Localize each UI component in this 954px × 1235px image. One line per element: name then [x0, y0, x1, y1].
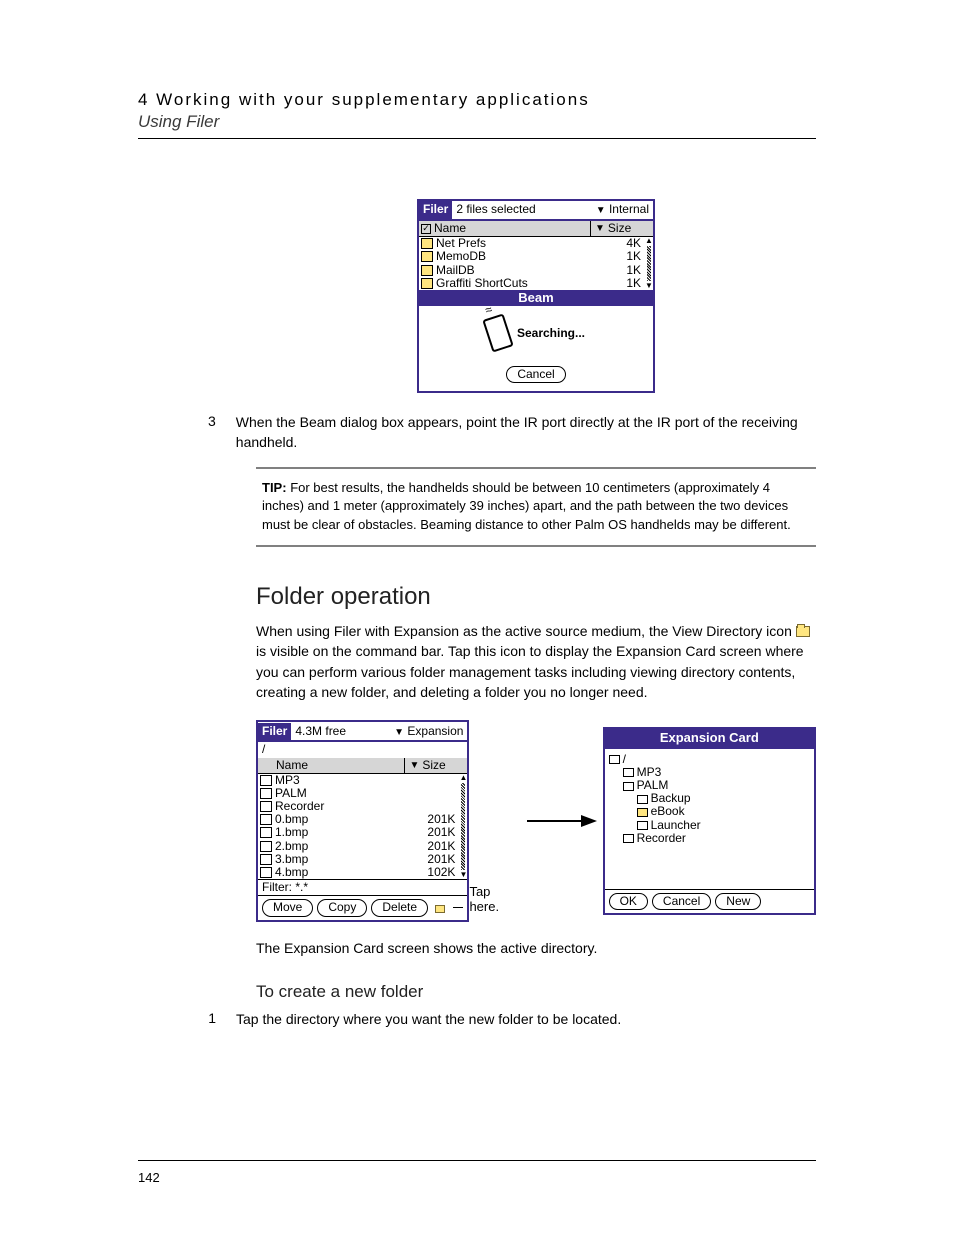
breadcrumb: / — [258, 742, 467, 757]
filer-expansion-screenshot: Filer 4.3M free ▼ Expansion / Name ▼ Siz… — [256, 720, 469, 921]
app-label: Filer — [419, 201, 452, 218]
cancel-button[interactable]: Cancel — [506, 366, 565, 383]
col-header-size[interactable]: Size — [608, 222, 631, 235]
expansion-card-screenshot: Expansion Card / MP3 PALM Backup eBook L… — [603, 727, 816, 916]
folder-op-paragraph: When using Filer with Expansion as the a… — [256, 621, 816, 702]
beam-dialog-screenshot: Filer 2 files selected ▼ Internal ✓Name … — [417, 199, 655, 393]
select-all-checkbox[interactable]: ✓ — [421, 224, 431, 234]
step-text: When the Beam dialog box appears, point … — [236, 413, 816, 452]
app-label: Filer — [258, 723, 291, 740]
file-row[interactable]: 2.bmp201K — [258, 840, 459, 853]
heading-folder-operation: Folder operation — [256, 583, 816, 611]
move-button[interactable]: Move — [262, 899, 313, 916]
file-row[interactable]: MemoDB1K — [419, 250, 645, 263]
scrollbar[interactable]: ▲ ▼ — [645, 237, 653, 290]
file-row[interactable]: 4.bmp102K — [258, 866, 459, 879]
selection-status: 2 files selected — [452, 203, 595, 216]
tree-item[interactable]: eBook — [609, 805, 810, 818]
filter-row: Filter: *.* — [258, 879, 467, 895]
tree-item[interactable]: Backup — [609, 792, 810, 805]
heading-create-folder: To create a new folder — [256, 982, 816, 1002]
file-row[interactable]: Graffiti ShortCuts1K — [419, 277, 645, 290]
step-number: 1 — [208, 1010, 236, 1030]
free-space: 4.3M free — [291, 725, 394, 738]
file-row[interactable]: MP3 — [258, 774, 459, 787]
tree-item[interactable]: PALM — [609, 779, 810, 792]
location-picker[interactable]: ▼ Internal — [596, 203, 653, 216]
col-header-name[interactable]: Name — [276, 759, 308, 772]
delete-button[interactable]: Delete — [371, 899, 428, 916]
beam-icon — [482, 314, 513, 353]
section-title: Using Filer — [138, 112, 816, 132]
scrollbar[interactable]: ▲ ▼ — [459, 774, 467, 880]
dialog-title: Expansion Card — [605, 729, 814, 747]
tip-label: TIP: — [262, 480, 287, 495]
col-header-size[interactable]: Size — [422, 759, 445, 772]
view-directory-icon[interactable] — [435, 903, 445, 913]
new-button[interactable]: New — [715, 893, 761, 910]
folder-icon — [796, 626, 810, 637]
file-row[interactable]: 1.bmp201K — [258, 826, 459, 839]
arrow-icon — [527, 814, 597, 828]
step-number: 3 — [208, 413, 236, 452]
cancel-button[interactable]: Cancel — [652, 893, 711, 910]
tree-item[interactable]: Launcher — [609, 819, 810, 832]
callout: Tap here. — [469, 888, 520, 914]
tip-text: For best results, the handhelds should b… — [262, 480, 791, 533]
tip-box: TIP: For best results, the handhelds sho… — [256, 467, 816, 548]
dialog-title: Beam — [419, 290, 653, 306]
footer-rule — [138, 1160, 816, 1161]
figure-caption: The Expansion Card screen shows the acti… — [256, 940, 816, 956]
tree-item[interactable]: Recorder — [609, 832, 810, 845]
ok-button[interactable]: OK — [609, 893, 648, 910]
file-row[interactable]: MailDB1K — [419, 264, 645, 277]
chapter-title: 4 Working with your supplementary applic… — [138, 90, 816, 110]
location-picker[interactable]: ▼ Expansion — [394, 725, 467, 738]
page-number: 142 — [138, 1170, 160, 1185]
col-header-name[interactable]: Name — [434, 222, 466, 235]
tree-root[interactable]: / — [609, 753, 810, 766]
copy-button[interactable]: Copy — [317, 899, 367, 916]
beam-status: Searching... — [517, 327, 585, 340]
step-text: Tap the directory where you want the new… — [236, 1010, 621, 1030]
